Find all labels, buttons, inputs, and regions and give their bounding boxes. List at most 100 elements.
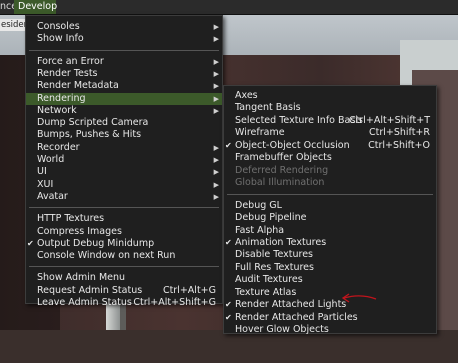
menu-item-wireframe[interactable]: Wireframe Ctrl+Shift+R xyxy=(224,127,436,139)
menu-item-label: Tangent Basis xyxy=(235,102,301,114)
menu-item-label: Render Attached Lights xyxy=(235,299,347,311)
menu-item-debug-gl[interactable]: Debug GL xyxy=(224,200,436,212)
menu-item-render-attached-particles[interactable]: ✔ Render Attached Particles xyxy=(224,312,436,324)
menu-item-debug-pipeline[interactable]: Debug Pipeline xyxy=(224,212,436,224)
menu-item-label: Leave Admin Status xyxy=(37,297,132,308)
menu-bar: nced Develop xyxy=(0,0,458,15)
develop-menu: Consoles ▶ Show Info ▶ Force an Error ▶ Render… xyxy=(25,15,223,308)
menu-item-label: Deferred Rendering xyxy=(235,164,329,176)
menu-item-axes[interactable]: Axes xyxy=(224,90,436,102)
menu-item-label: Console Window on next Run xyxy=(37,250,176,262)
checkmark-icon: ✔ xyxy=(225,300,232,310)
menu-item-label: Object-Object Occlusion xyxy=(235,139,350,151)
menu-separator xyxy=(29,49,219,51)
menu-item-label: Avatar xyxy=(37,190,68,202)
submenu-arrow-icon: ▶ xyxy=(213,143,219,152)
submenu-arrow-icon: ▶ xyxy=(213,23,219,31)
menu-item-console-window-on-next-run[interactable]: Console Window on next Run xyxy=(26,250,222,262)
menu-item-disable-textures[interactable]: Disable Textures xyxy=(224,249,436,261)
submenu-arrow-icon: ▶ xyxy=(213,94,219,103)
menu-separator xyxy=(227,193,433,195)
menu-item-label: Texture Atlas xyxy=(235,286,297,298)
menu-item-compress-images[interactable]: Compress Images xyxy=(26,226,222,238)
menu-separator xyxy=(29,207,219,209)
checkmark-icon: ✔ xyxy=(225,237,232,247)
menu-item-ui[interactable]: UI ▶ xyxy=(26,166,222,178)
shortcut-label: Ctrl+Shift+R xyxy=(368,127,430,139)
menu-item-label: Render Attached Particles xyxy=(235,311,358,323)
menu-item-global-illumination: Global Illumination xyxy=(224,177,436,189)
menu-item-render-attached-lights[interactable]: ✔ Render Attached Lights xyxy=(224,299,436,311)
menu-develop[interactable]: Develop xyxy=(14,0,57,14)
menu-item-label: Bumps, Pushes & Hits xyxy=(37,129,142,141)
menu-item-label: Network xyxy=(37,104,77,116)
menu-item-dump-scripted-camera[interactable]: Dump Scripted Camera xyxy=(26,117,222,129)
menu-item-label: Selected Texture Info Basis xyxy=(235,114,363,126)
menu-item-world[interactable]: World ▶ xyxy=(26,154,222,166)
menu-item-fast-alpha[interactable]: Fast Alpha xyxy=(224,225,436,237)
submenu-arrow-icon: ▶ xyxy=(213,106,219,115)
submenu-arrow-icon: ▶ xyxy=(213,57,219,66)
menu-item-label: Global Illumination xyxy=(235,177,325,189)
submenu-arrow-icon: ▶ xyxy=(213,69,219,78)
menu-item-render-tests[interactable]: Render Tests ▶ xyxy=(26,68,222,80)
menu-item-label: Consoles xyxy=(37,21,80,32)
menu-item-label: Dump Scripted Camera xyxy=(37,117,149,129)
menu-item-full-res-textures[interactable]: Full Res Textures xyxy=(224,262,436,274)
menu-item-tangent-basis[interactable]: Tangent Basis xyxy=(224,102,436,114)
checkmark-icon: ✔ xyxy=(225,140,232,150)
menu-item-label: Render Tests xyxy=(37,67,98,79)
menu-item-label: UI xyxy=(37,166,47,178)
menu-item-label: Disable Textures xyxy=(235,249,313,261)
menu-item-label: Request Admin Status xyxy=(37,284,143,296)
menu-item-leave-admin-status[interactable]: Leave Admin Status Ctrl+Alt+Shift+G xyxy=(26,297,222,309)
shortcut-label: Ctrl+Alt+Shift+T xyxy=(348,114,430,126)
menu-item-show-admin-menu[interactable]: Show Admin Menu xyxy=(26,272,222,284)
menu-item-render-metadata[interactable]: Render Metadata ▶ xyxy=(26,80,222,92)
menu-item-label: Debug GL xyxy=(235,199,282,211)
menu-item-label: Animation Textures xyxy=(235,236,327,248)
menu-item-animation-textures[interactable]: ✔ Animation Textures xyxy=(224,237,436,249)
annotation-arrow-icon xyxy=(341,293,377,303)
menu-item-label: Hover Glow Objects xyxy=(235,324,329,336)
menu-item-xui[interactable]: XUI ▶ xyxy=(26,179,222,191)
menu-item-rendering[interactable]: Rendering ▶ xyxy=(26,92,222,105)
menu-item-label: Debug Pipeline xyxy=(235,212,307,224)
submenu-arrow-icon: ▶ xyxy=(213,35,219,44)
menu-item-label: XUI xyxy=(37,178,54,190)
shortcut-label: Ctrl+Alt+G xyxy=(162,284,216,296)
menu-item-texture-atlas[interactable]: Texture Atlas xyxy=(224,287,436,299)
menu-item-framebuffer-objects[interactable]: Framebuffer Objects xyxy=(224,152,436,164)
menu-item-label: Framebuffer Objects xyxy=(235,152,332,164)
menu-item-network[interactable]: Network ▶ xyxy=(26,105,222,117)
menu-item-label: Fast Alpha xyxy=(235,224,285,236)
submenu-arrow-icon: ▶ xyxy=(213,168,219,177)
menu-item-audit-textures[interactable]: Audit Textures xyxy=(224,274,436,286)
submenu-arrow-icon: ▶ xyxy=(213,192,219,201)
menu-item-object-object-occlusion[interactable]: ✔ Object-Object Occlusion Ctrl+Shift+O xyxy=(224,140,436,152)
menu-item-show-info[interactable]: Show Info ▶ xyxy=(26,33,222,45)
shortcut-label: Ctrl+Alt+Shift+G xyxy=(133,297,216,308)
submenu-arrow-icon: ▶ xyxy=(213,82,219,91)
menu-item-label: HTTP Textures xyxy=(37,213,105,225)
checkmark-icon: ✔ xyxy=(27,238,34,248)
menu-item-label: Recorder xyxy=(37,141,80,153)
menu-item-label: Show Admin Menu xyxy=(37,272,126,284)
menu-item-recorder[interactable]: Recorder ▶ xyxy=(26,142,222,154)
menu-item-consoles[interactable]: Consoles ▶ xyxy=(26,21,222,33)
rendering-submenu: Axes Tangent Basis Selected Texture Info B… xyxy=(223,85,437,336)
menu-item-force-an-error[interactable]: Force an Error ▶ xyxy=(26,56,222,68)
menu-item-label: Render Metadata xyxy=(37,80,119,92)
menu-item-request-admin-status[interactable]: Request Admin Status Ctrl+Alt+G xyxy=(26,285,222,297)
menu-item-label: Rendering xyxy=(37,92,86,104)
menu-item-avatar[interactable]: Avatar ▶ xyxy=(26,191,222,203)
menu-item-selected-texture-info-basis[interactable]: Selected Texture Info Basis Ctrl+Alt+Shif… xyxy=(224,115,436,127)
menu-item-http-textures[interactable]: HTTP Textures xyxy=(26,213,222,225)
shortcut-label: Ctrl+Shift+O xyxy=(368,139,430,151)
menu-item-bumps-pushes-hits[interactable]: Bumps, Pushes & Hits xyxy=(26,129,222,141)
menu-item-label: Compress Images xyxy=(37,225,122,237)
menu-item-hover-glow-objects[interactable]: Hover Glow Objects xyxy=(224,324,436,336)
menu-separator xyxy=(29,266,219,268)
menu-item-label: Output Debug Minidump xyxy=(37,237,155,249)
menu-item-output-debug-minidump[interactable]: ✔ Output Debug Minidump xyxy=(26,238,222,250)
